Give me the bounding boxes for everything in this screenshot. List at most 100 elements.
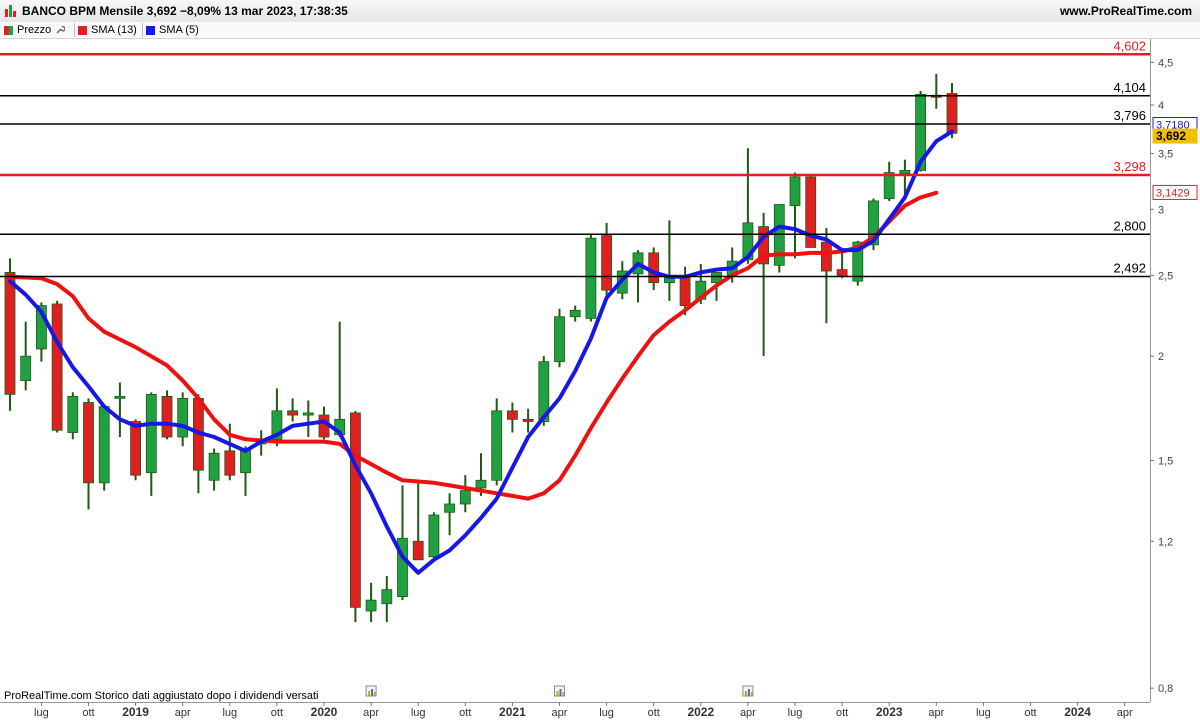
x-tick-label: ott [836,707,848,719]
candle-body [161,395,173,438]
x-tick-label: 2023 [876,705,903,719]
candle-body [20,355,32,381]
x-tick-label: ott [82,707,94,719]
dividend-marker-icon [554,685,565,697]
x-tick-label: apr [740,707,756,719]
candle-body [679,276,691,306]
candle [51,300,63,433]
y-tick-label: 3 [1158,204,1164,216]
candle [773,204,785,273]
candle-body [444,503,456,513]
candle-body [145,393,157,474]
value-tag: 3,1429 [1152,184,1198,200]
x-tick-label: lug [34,707,49,719]
y-tick-label: 0,8 [1158,683,1173,695]
value-tag-label: 3,692 [1156,129,1186,143]
y-tick-label: 1,5 [1158,455,1173,467]
dividend-marker-bar [750,692,753,696]
level-label: 4,602 [1113,38,1146,53]
candle-body [365,599,377,612]
candle-body [554,316,565,363]
candle [98,404,110,491]
candle-body [177,398,189,438]
x-tick-label: 2020 [311,705,338,719]
candle-body [130,421,142,476]
candle-body [428,514,440,558]
candle-body [648,252,660,284]
x-tick-label: apr [1117,707,1133,719]
dividend-marker-bar [559,689,562,696]
dividend-marker-bar [562,692,564,696]
footer-note: ProRealTime.com Storico dati aggiustato … [4,690,318,702]
dividend-marker-bar [371,689,374,696]
candle-body [522,418,534,422]
candle-body [836,269,848,276]
candle-body [585,237,597,319]
candle-body [491,410,503,481]
candle-body [349,412,361,608]
dividend-marker-bar [747,689,750,696]
dividend-marker-icon [365,685,377,697]
level-label: 4,104 [1113,80,1146,95]
candle-body [83,402,94,484]
candle-body [475,479,487,489]
candle [554,308,565,368]
candle-body [287,410,299,416]
dividend-marker-bar [744,691,747,696]
y-tick-label: 3,5 [1158,148,1173,160]
candle-body [789,176,801,207]
dividend-marker-bar [368,691,371,696]
x-tick-label: lug [599,707,614,719]
candle-body [4,272,16,395]
x-tick-label: ott [648,707,660,719]
y-tick-label: 2 [1158,351,1164,363]
level-label: 2,800 [1113,218,1146,233]
x-tick-label: 2019 [122,705,149,719]
candle-body [569,309,581,318]
x-tick-label: 2022 [687,705,714,719]
candle-body [98,406,110,484]
candle-body [381,589,393,605]
y-tick-label: 4 [1158,100,1164,112]
candle-body [412,540,424,561]
candle [585,234,597,322]
x-tick-label: ott [459,707,471,719]
x-tick-label: lug [222,707,237,719]
x-tick-label: lug [411,707,426,719]
candle-body [114,395,126,399]
candle-body [67,395,79,433]
level-label: 2,492 [1113,260,1146,275]
y-tick-label: 4,5 [1158,57,1173,69]
x-tick-label: apr [175,707,191,719]
candle-body [821,241,832,272]
x-tick-label: apr [928,707,944,719]
candle-body [459,490,471,505]
candle [349,410,361,623]
dividend-marker-bar [374,692,376,696]
x-tick-label: 2021 [499,705,526,719]
x-tick-label: ott [271,707,283,719]
candle-body [302,412,314,416]
dividend-marker-bar [556,691,559,696]
value-tag-label: 3,1429 [1156,187,1190,199]
x-tick-label: 2024 [1064,705,1091,719]
candle [130,419,142,481]
x-tick-label: ott [1024,707,1036,719]
y-tick-label: 2,5 [1158,270,1173,282]
candle [67,392,79,440]
dividend-marker-icon [742,685,754,697]
y-tick-label: 1,2 [1158,536,1173,548]
candle-body [224,450,236,476]
x-tick-label: apr [552,707,568,719]
candle-body [208,452,220,481]
candle-body [899,169,911,175]
candle [161,390,173,440]
price-chart[interactable]: 4,602 4,104 3,796 3,298 2,800 2,492 0,8 1,2 1,5… [0,0,1200,720]
candle-body [601,235,612,291]
value-tag: 3,692 [1152,128,1198,144]
candle-body [883,172,895,199]
x-tick-label: apr [363,707,379,719]
level-label: 3,298 [1113,159,1146,174]
x-tick-label: lug [976,707,991,719]
candle [428,512,440,560]
